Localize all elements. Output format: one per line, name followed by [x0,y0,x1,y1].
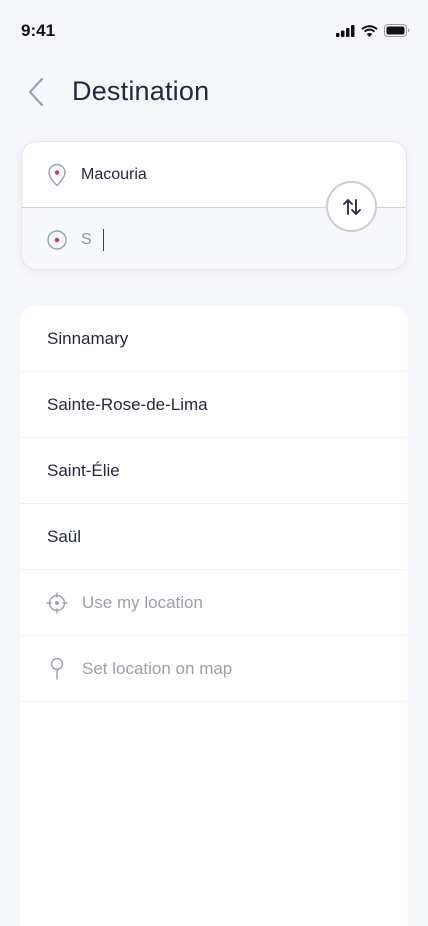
page-title: Destination [72,76,210,106]
results-list: Sinnamary Sainte-Rose-de-Lima Saint-Élie… [20,306,408,926]
swap-button[interactable] [326,181,377,232]
battery-icon [384,24,410,37]
result-item[interactable]: Saül [20,504,408,570]
status-icons [336,24,410,37]
set-location-on-map-button[interactable]: Set location on map [20,636,408,702]
wifi-icon [361,24,378,37]
result-item[interactable]: Saint-Élie [20,438,408,504]
map-pin-icon [46,657,68,680]
result-item[interactable]: Sinnamary [20,306,408,372]
back-button[interactable] [22,74,50,110]
origin-pin-icon [46,163,68,186]
destination-input[interactable] [81,230,101,249]
result-label: Saül [47,526,82,546]
origin-text: Macouria [81,165,147,183]
signal-icon [336,24,355,37]
text-caret [103,228,104,251]
status-time: 9:41 [21,21,56,40]
status-bar: 9:41 [0,0,428,62]
use-my-location-button[interactable]: Use my location [20,570,408,636]
result-item[interactable]: Sainte-Rose-de-Lima [20,372,408,438]
result-label: Saint-Élie [47,460,120,480]
chevron-left-icon [28,77,44,107]
result-label: Sinnamary [47,328,129,348]
destination-target-icon [46,229,68,251]
header: Destination [0,62,428,122]
set-location-on-map-label: Set location on map [82,658,233,678]
crosshair-icon [46,591,68,614]
use-my-location-label: Use my location [82,592,203,612]
result-label: Sainte-Rose-de-Lima [47,394,208,414]
swap-vertical-icon [342,198,361,215]
